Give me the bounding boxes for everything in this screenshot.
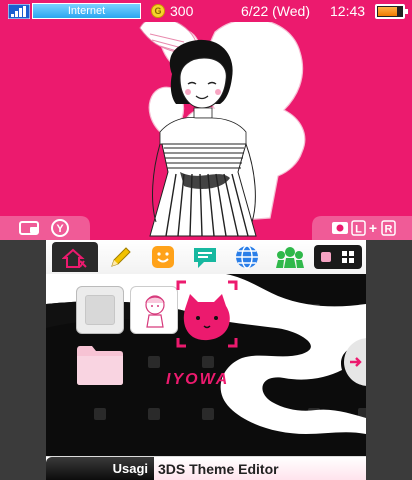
clock-display: 12:43: [330, 3, 366, 19]
play-coin-icon: G: [151, 4, 165, 18]
theme-editor-title: 3DS Theme Editor: [158, 461, 279, 477]
character-illustration: [139, 22, 306, 237]
empty-slot-icon: [85, 295, 115, 325]
bottom-screen: IYOWA Usagi 3DS Theme Editor: [46, 240, 366, 480]
y-button-label: Y: [56, 223, 64, 235]
camera-icon: [332, 222, 348, 234]
signal-strength-icon: [8, 4, 30, 19]
r-button-label: R: [385, 224, 393, 236]
date-display: 6/22 (Wed): [241, 3, 310, 19]
svg-text:IYOWA: IYOWA: [166, 371, 229, 388]
chat-icon[interactable]: [192, 244, 218, 270]
empty-slot-tile[interactable]: [76, 286, 124, 334]
bezel-left: [0, 240, 46, 480]
camera-icon: [19, 221, 39, 235]
battery-tip: [405, 9, 408, 14]
home-settings-icon: [62, 248, 87, 268]
folder-icon[interactable]: [76, 342, 124, 386]
bezel-right: [366, 240, 412, 480]
pencil-icon[interactable]: [108, 244, 134, 270]
theme-title-box: 3DS Theme Editor: [154, 457, 366, 480]
battery-level-fill: [378, 7, 398, 16]
battery-icon: [375, 4, 408, 19]
theme-info-bar: Usagi 3DS Theme Editor: [46, 456, 366, 480]
single-view-icon[interactable]: [318, 249, 334, 265]
l-button-label: L: [355, 224, 362, 236]
home-settings-tab[interactable]: [52, 242, 98, 272]
art-signature-text: IYOWA: [166, 371, 229, 388]
internet-status: Internet: [32, 3, 141, 19]
arrow-right-icon: [350, 357, 362, 367]
status-bar: Internet G 300 6/22 (Wed) 12:43: [0, 0, 412, 22]
author-box: Usagi: [46, 457, 154, 480]
scroll-right-button[interactable]: [344, 338, 366, 386]
camera-shortcut-right[interactable]: L + R: [328, 218, 402, 238]
author-name: Usagi: [112, 461, 148, 476]
top-screen: Internet G 300 6/22 (Wed) 12:43 Y L + R: [0, 0, 412, 240]
plus-label: +: [369, 220, 377, 236]
play-coin-count: 300: [170, 3, 194, 19]
grid-view-icon[interactable]: [340, 249, 356, 265]
friends-icon[interactable]: [274, 244, 306, 270]
globe-icon[interactable]: [234, 244, 260, 270]
smiley-icon[interactable]: [150, 244, 176, 270]
camera-shortcut-left[interactable]: Y: [16, 218, 74, 238]
home-menu-toolbar: [46, 240, 366, 274]
view-toggle: [314, 245, 362, 269]
